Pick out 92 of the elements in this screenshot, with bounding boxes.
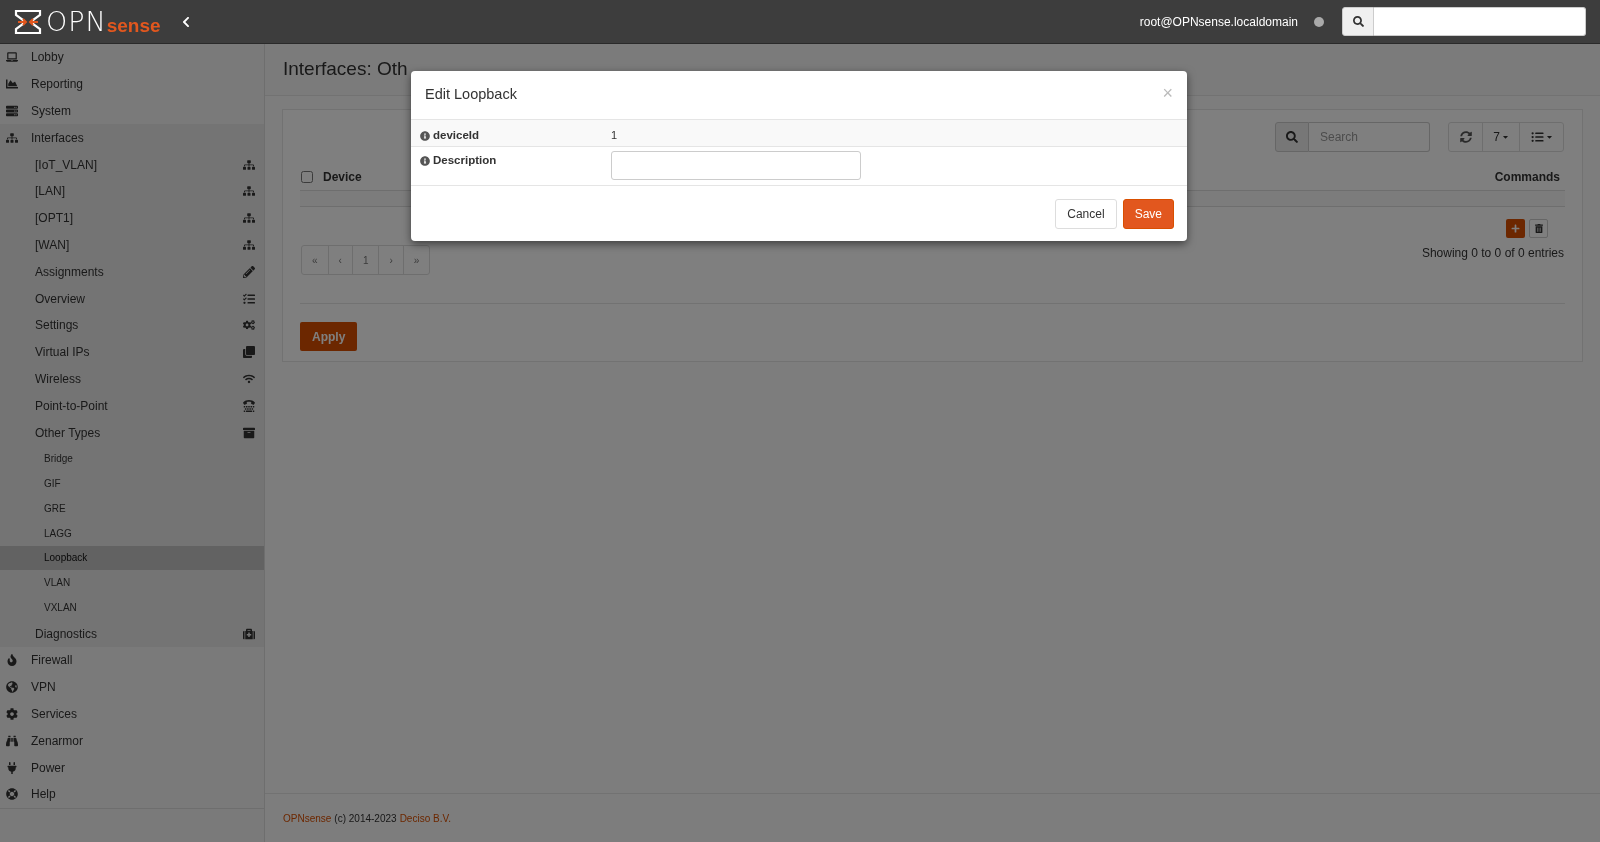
sidebar-item[interactable]: Wireless — [0, 365, 264, 393]
add-button[interactable] — [1506, 219, 1525, 238]
sidebar-item[interactable]: LAGG — [0, 520, 264, 546]
column-header: Commands — [1494, 168, 1560, 186]
sidebar-item[interactable]: [WAN] — [0, 231, 264, 259]
field-value: 1 — [611, 128, 618, 143]
search-icon — [1352, 16, 1364, 27]
sidebar-item[interactable]: Point-to-Point — [0, 392, 264, 420]
sidebar-item[interactable]: Services — [0, 700, 264, 728]
sidebar-item[interactable]: Zenarmor — [0, 727, 264, 755]
pagination-button[interactable]: « — [302, 246, 329, 274]
area-chart-icon — [6, 78, 18, 91]
sidebar-item[interactable]: Interfaces — [0, 124, 264, 152]
sidebar-item[interactable]: Diagnostics — [0, 620, 264, 647]
gears-icon — [243, 319, 255, 332]
info-icon[interactable] — [420, 155, 430, 166]
sidebar-item[interactable]: Bridge — [0, 445, 264, 471]
sidebar-item[interactable]: VXLAN — [0, 595, 264, 621]
sidebar-item[interactable]: Loopback — [0, 545, 264, 571]
copy-icon — [243, 346, 255, 359]
sidebar-item[interactable]: Power — [0, 754, 264, 781]
cancel-button[interactable]: Cancel — [1055, 198, 1117, 229]
sidebar-item[interactable]: Virtual IPs — [0, 338, 264, 366]
laptop-icon — [6, 51, 18, 64]
sidebar-item[interactable]: GRE — [0, 495, 264, 521]
user-label[interactable]: root@OPNsense.localdomain — [1139, 12, 1298, 31]
sidebar-item[interactable]: Help — [0, 780, 264, 808]
field-label: deviceId — [433, 128, 480, 143]
fire-icon — [6, 654, 18, 667]
delete-button[interactable] — [1529, 219, 1548, 238]
select-all-checkbox[interactable] — [301, 170, 313, 183]
dialog-title: Edit Loopback — [425, 85, 518, 105]
wifi-icon — [243, 372, 255, 385]
sidebar-item[interactable]: Assignments — [0, 258, 264, 286]
server-icon — [6, 105, 18, 117]
info-icon[interactable] — [420, 130, 430, 141]
description-input[interactable] — [611, 151, 861, 180]
sitemap-icon — [243, 238, 255, 251]
search-addon[interactable] — [1342, 7, 1374, 36]
archive-box-icon — [243, 426, 255, 439]
sidebar-item[interactable]: Overview — [0, 285, 264, 312]
search-input[interactable] — [1374, 7, 1586, 36]
sidebar-item[interactable]: VLAN — [0, 570, 264, 596]
sidebar-item[interactable]: Other Types — [0, 419, 264, 446]
sidebar-item[interactable]: [OPT1] — [0, 204, 264, 232]
sidebar-item[interactable]: Firewall — [0, 647, 264, 674]
sidebar-item[interactable]: GIF — [0, 470, 264, 496]
sitemap-icon — [243, 212, 255, 225]
sidebar-item[interactable]: [LAN] — [0, 178, 264, 205]
sitemap-icon — [6, 131, 18, 144]
footer-text: (c) 2014-2023 — [334, 811, 397, 826]
sidebar-item[interactable]: VPN — [0, 673, 264, 701]
refresh-icon — [1459, 131, 1472, 143]
pagination-button[interactable]: › — [379, 246, 404, 274]
sidebar-item[interactable]: [IoT_VLAN] — [0, 151, 264, 178]
globe-icon — [6, 681, 18, 694]
pagination-button[interactable]: ‹ — [328, 246, 353, 274]
telephone-icon — [243, 399, 255, 412]
page-title: Interfaces: Oth — [283, 57, 408, 82]
apply-button[interactable]: Apply — [300, 322, 358, 351]
sidebar-item[interactable]: System — [0, 97, 264, 125]
caret-icon — [1501, 133, 1509, 141]
save-button[interactable]: Save — [1122, 198, 1174, 229]
medkit-icon — [243, 627, 255, 640]
pencil-icon — [243, 265, 255, 278]
close-button[interactable]: × — [1162, 84, 1173, 102]
collapse-icon[interactable] — [180, 15, 191, 28]
plug-icon — [6, 761, 18, 774]
footer-link[interactable]: Deciso B.V. — [399, 810, 451, 826]
pagination-button[interactable]: » — [403, 246, 430, 274]
caret-icon — [1545, 133, 1553, 141]
sidebar-item[interactable]: Settings — [0, 311, 264, 339]
settings-icon — [6, 707, 18, 720]
lifebuoy-icon — [6, 788, 18, 801]
list-icon — [243, 292, 255, 305]
pagination-button[interactable]: 1 — [352, 246, 380, 274]
sidebar-item[interactable]: Reporting — [0, 70, 264, 98]
column-header[interactable]: Device — [323, 167, 362, 186]
sitemap-icon — [243, 185, 255, 198]
binoculars-icon — [6, 734, 18, 747]
logo-text: OPN sense — [46, 8, 161, 35]
field-label: Description — [433, 153, 497, 168]
list-icon — [1530, 131, 1544, 143]
plus-icon — [1511, 224, 1520, 233]
logo-mark-icon — [14, 8, 42, 35]
entries-info: Showing 0 to 0 of 0 entries — [1421, 245, 1564, 262]
trash-icon — [1534, 224, 1543, 233]
sitemap-icon — [243, 158, 255, 171]
search-icon — [1286, 131, 1298, 143]
search-addon[interactable] — [1275, 122, 1309, 152]
footer-link[interactable]: OPNsense — [283, 810, 332, 826]
sidebar-item[interactable]: Lobby — [0, 44, 264, 71]
